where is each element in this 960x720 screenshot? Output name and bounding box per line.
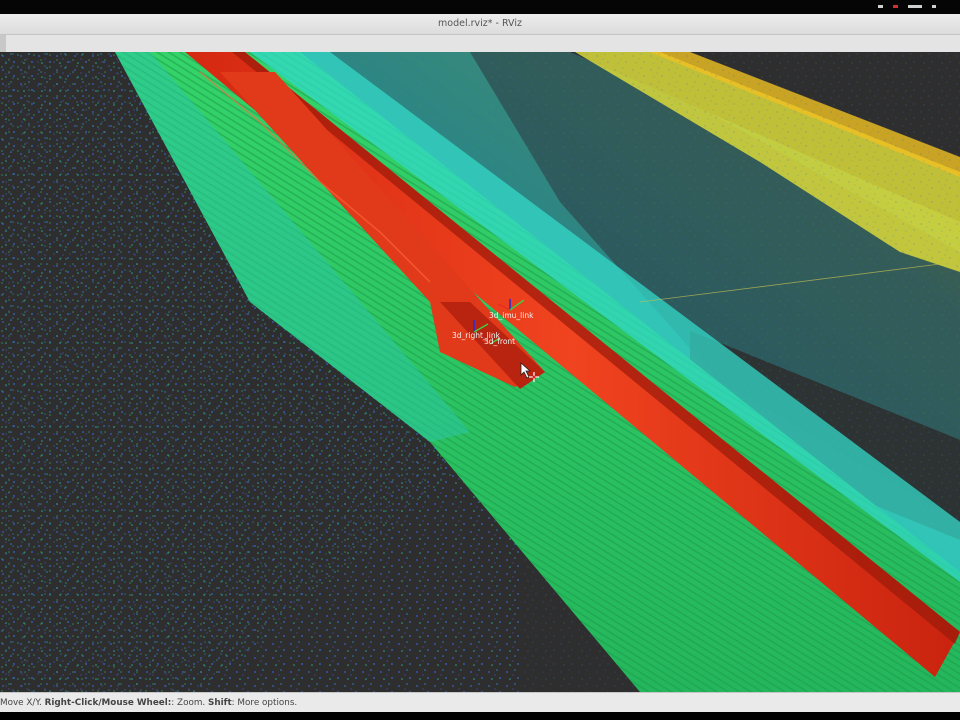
- status-shift: Shift: [208, 698, 232, 708]
- toolbar-handle[interactable]: [0, 35, 6, 52]
- screen-bottom-edge: [0, 712, 960, 720]
- window-title: model.rviz* - RViz: [438, 18, 522, 29]
- toolbar: [0, 35, 960, 53]
- window-title-bar[interactable]: model.rviz* - RViz: [0, 14, 960, 35]
- tray-battery-icon[interactable]: [893, 5, 898, 8]
- system-tray: [878, 5, 936, 8]
- tf-label-imu: 3d_imu_link: [489, 311, 534, 320]
- status-move: Move X/Y.: [0, 698, 45, 708]
- tray-indicator-icon[interactable]: [878, 5, 883, 8]
- status-right-click: Right-Click/Mouse Wheel:: [44, 698, 172, 708]
- tray-clock-icon[interactable]: [932, 5, 936, 8]
- status-more: : More options.: [231, 698, 298, 708]
- 3d-render-view[interactable]: 3d_imu_link 3d_right_link 3d_front: [0, 52, 960, 692]
- tf-frame-front[interactable]: 3d_front: [481, 337, 515, 346]
- tf-label-front: 3d_front: [484, 337, 515, 346]
- system-top-bar: [0, 0, 960, 14]
- status-zoom: : Zoom.: [171, 698, 209, 708]
- tray-network-icon[interactable]: [908, 5, 922, 8]
- status-bar: Move X/Y. Right-Click/Mouse Wheel:: Zoom…: [0, 692, 960, 713]
